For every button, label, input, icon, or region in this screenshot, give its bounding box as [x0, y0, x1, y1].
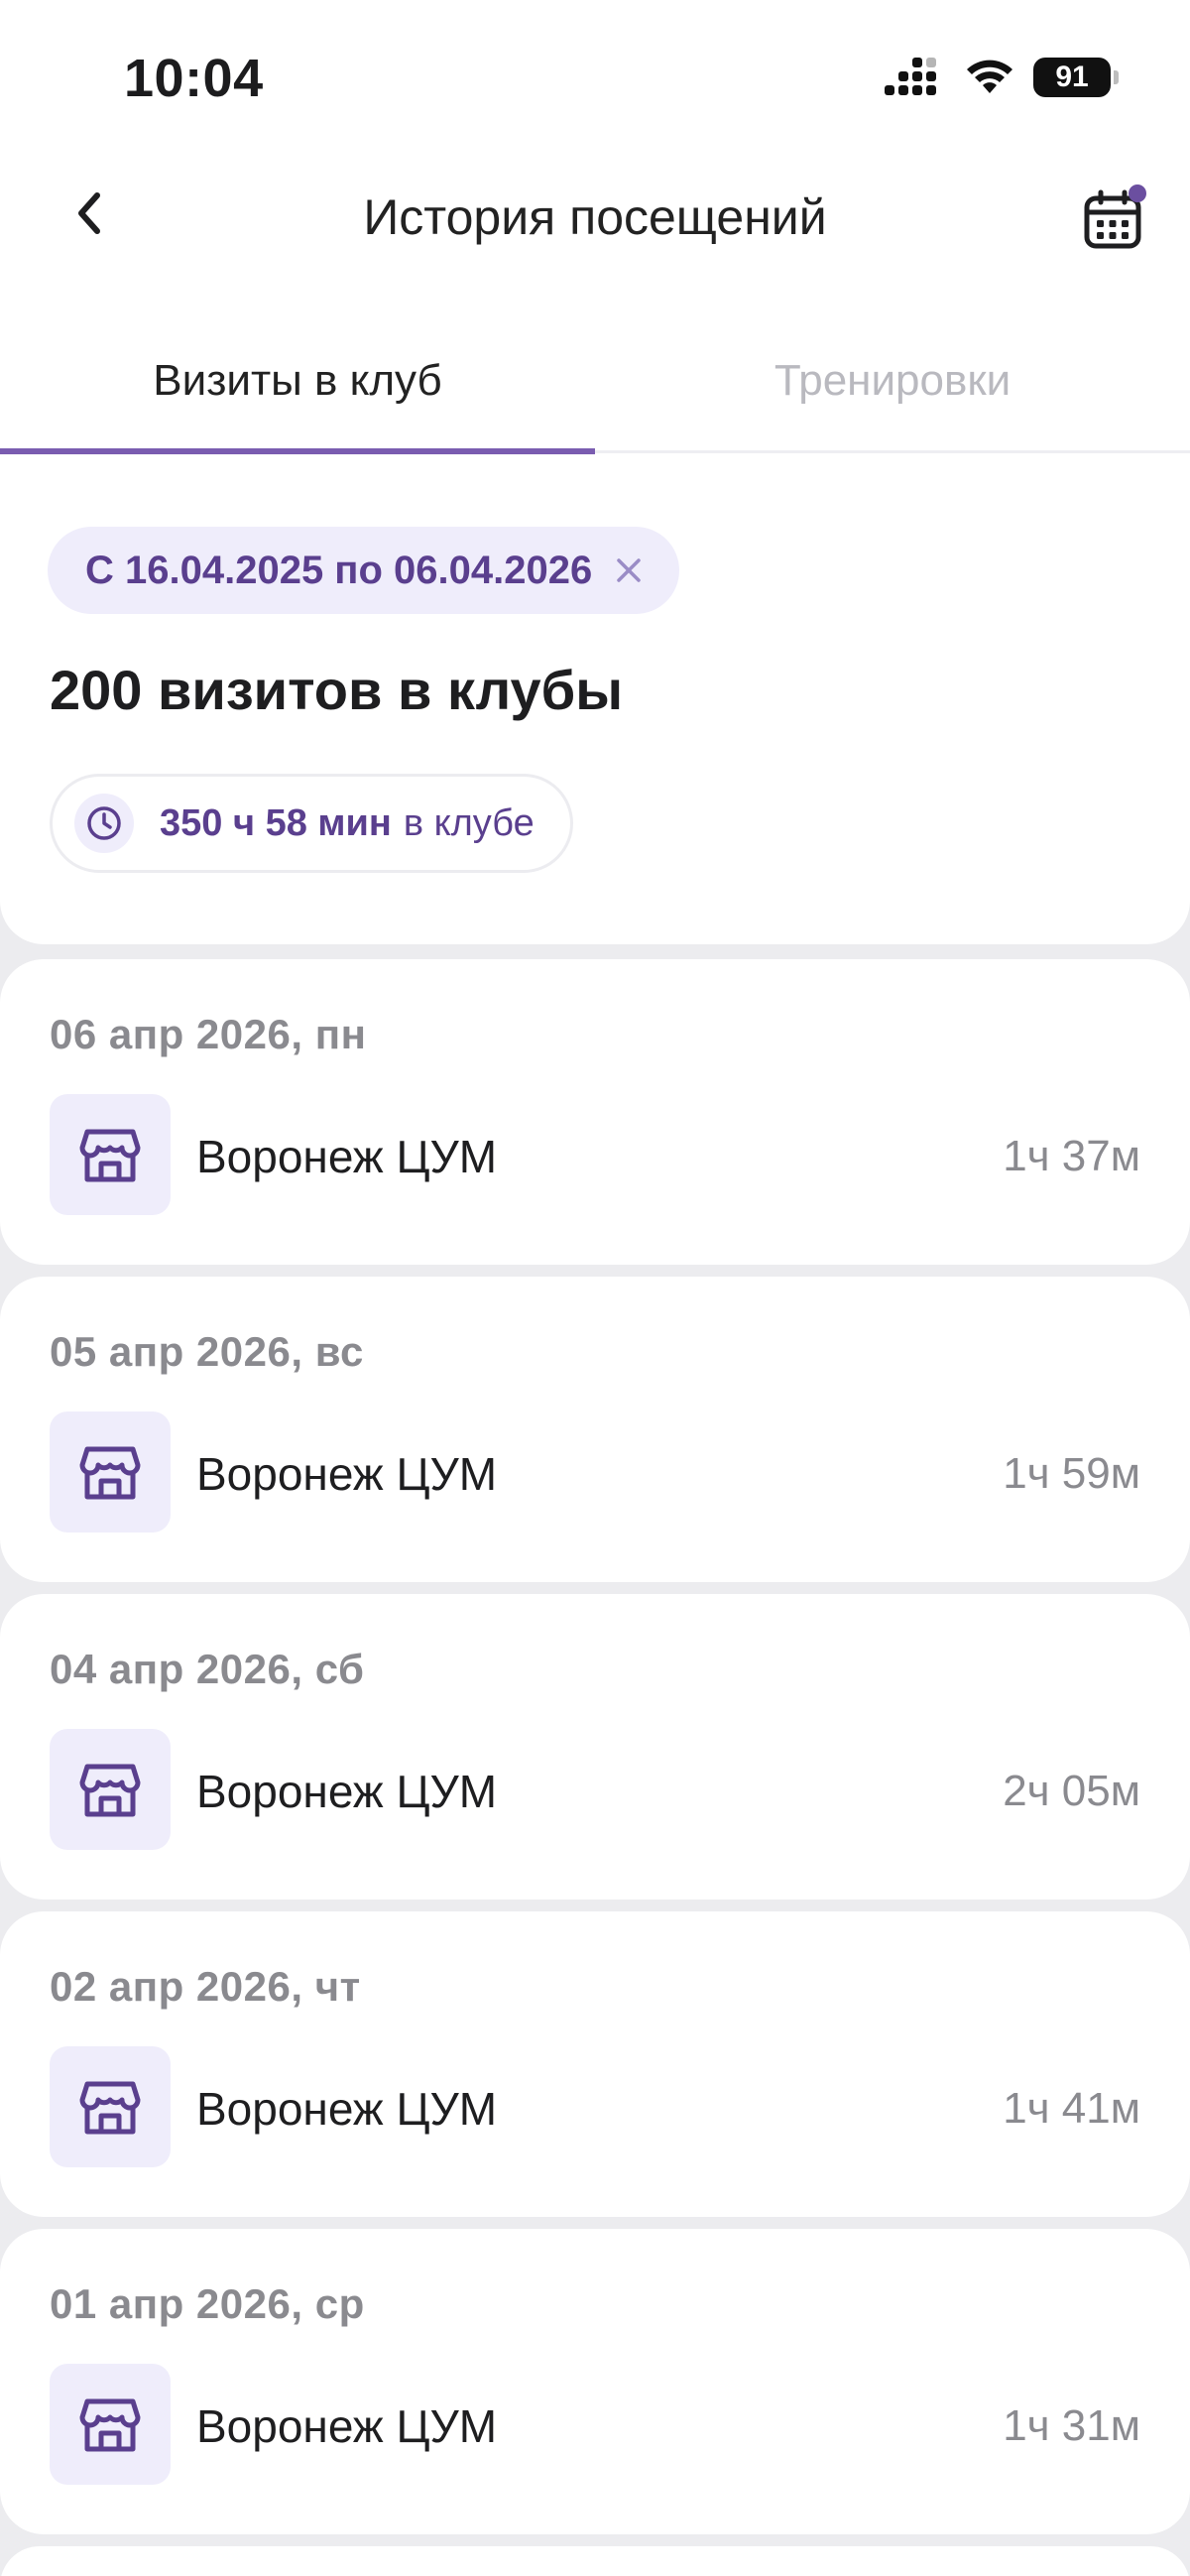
- visit-duration: 1ч 41м: [1003, 2084, 1140, 2133]
- date-range-filter-chip[interactable]: С 16.04.2025 по 06.04.2026: [48, 527, 680, 614]
- cellular-signal-icon: [885, 58, 936, 95]
- active-tab-indicator: [0, 448, 595, 454]
- battery-indicator: 91: [1033, 58, 1119, 97]
- tab-workouts[interactable]: Тренировки: [595, 342, 1190, 453]
- club-name: Воронеж ЦУМ: [196, 2400, 498, 2452]
- store-icon: [50, 2364, 171, 2485]
- club-name: Воронеж ЦУМ: [196, 1448, 498, 1500]
- visit-duration: 1ч 31м: [1003, 2401, 1140, 2450]
- club-name: Воронеж ЦУМ: [196, 2083, 498, 2135]
- visit-date: 05 апр 2026, вс: [50, 1328, 364, 1375]
- club-name: Воронеж ЦУМ: [196, 1131, 498, 1182]
- club-name: Воронеж ЦУМ: [196, 1766, 498, 1817]
- visit-card-partial: [0, 2546, 1190, 2576]
- store-icon: [50, 1411, 171, 1533]
- visit-duration: 1ч 37м: [1003, 1132, 1140, 1180]
- screen: 10:04 91 История посещений Визиты в клуб…: [0, 0, 1190, 2576]
- status-icons: 91: [885, 58, 1119, 97]
- visit-date: 04 апр 2026, сб: [50, 1646, 365, 1692]
- visits-summary-title: 200 визитов в клубы: [50, 659, 624, 721]
- time-in-club-suffix: в клубе: [403, 801, 535, 844]
- visit-card[interactable]: 02 апр 2026, чт Воронеж ЦУМ 1ч 41м: [0, 1911, 1190, 2217]
- visit-date: 02 апр 2026, чт: [50, 1963, 361, 2010]
- visit-card[interactable]: 06 апр 2026, пн Воронеж ЦУМ 1ч 37м: [0, 959, 1190, 1265]
- tab-bar: Визиты в клуб Тренировки: [0, 342, 1190, 454]
- status-time: 10:04: [124, 49, 264, 108]
- visit-card[interactable]: 05 апр 2026, вс Воронеж ЦУМ 1ч 59м: [0, 1277, 1190, 1582]
- calendar-button[interactable]: [1073, 181, 1152, 260]
- clock-icon: [74, 794, 134, 853]
- date-range-label: С 16.04.2025 по 06.04.2026: [85, 548, 593, 592]
- visit-card[interactable]: 04 апр 2026, сб Воронеж ЦУМ 2ч 05м: [0, 1594, 1190, 1900]
- visit-date: 06 апр 2026, пн: [50, 1011, 367, 1057]
- top-panel: 10:04 91 История посещений Визиты в клуб…: [0, 0, 1190, 944]
- time-in-club-value: 350 ч 58 мин: [160, 801, 392, 844]
- visit-date: 01 апр 2026, ср: [50, 2280, 365, 2327]
- visit-card[interactable]: 01 апр 2026, ср Воронеж ЦУМ 1ч 31м: [0, 2229, 1190, 2534]
- tab-club-visits[interactable]: Визиты в клуб: [0, 342, 595, 453]
- store-icon: [50, 1094, 171, 1215]
- notification-dot: [1129, 184, 1146, 202]
- visit-duration: 2ч 05м: [1003, 1767, 1140, 1815]
- visit-duration: 1ч 59м: [1003, 1449, 1140, 1498]
- time-in-club-chip: 350 ч 58 мин в клубе: [50, 774, 573, 873]
- page-title: История посещений: [363, 189, 827, 245]
- store-icon: [50, 1729, 171, 1850]
- wifi-icon: [967, 60, 1012, 93]
- close-icon[interactable]: [614, 555, 644, 585]
- store-icon: [50, 2046, 171, 2167]
